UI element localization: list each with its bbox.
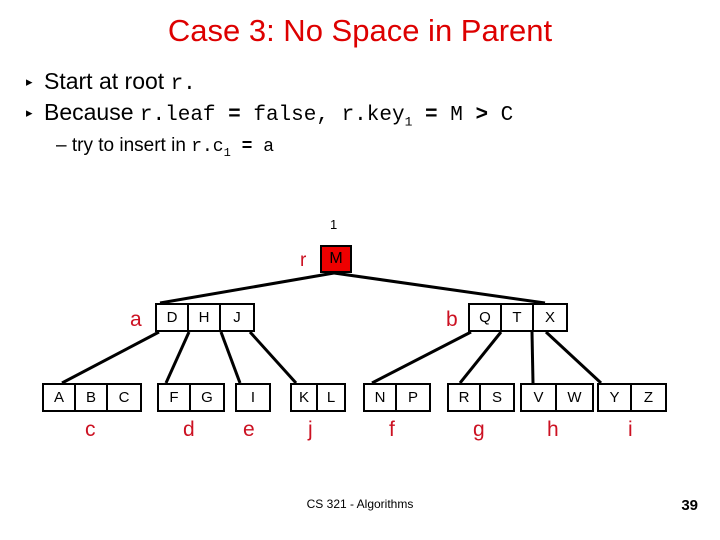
node-label-f: f <box>389 418 395 441</box>
tree-node-root[interactable]: M <box>320 245 352 273</box>
tree-node-b[interactable]: Q T X <box>468 303 568 332</box>
page-number: 39 <box>681 497 698 514</box>
bullet-2-part-4: r.key <box>328 104 405 128</box>
key-cell: N <box>365 385 397 410</box>
key-cell: B <box>76 385 108 410</box>
sub-bullet-item: – try to insert in r.c1 = a <box>56 135 716 160</box>
bullet-marker-icon: ▸ <box>26 105 33 121</box>
key-cell: K <box>292 385 318 410</box>
node-label-b: b <box>446 308 458 331</box>
key-cell: W <box>557 385 592 410</box>
node-label-d: d <box>183 418 195 441</box>
bullet-list: ▸ Start at root r. ▸ Because r.leaf = fa… <box>26 68 716 160</box>
sub-bullet-part-4: a <box>263 137 275 158</box>
sub-bullet-part-0: try to insert in <box>66 135 192 157</box>
key-cell: Q <box>470 305 502 330</box>
bullet-item-1: ▸ Start at root r. <box>26 68 716 97</box>
tree-node-a[interactable]: D H J <box>155 303 255 332</box>
key-cell: F <box>159 385 191 410</box>
key-cell: L <box>318 385 344 410</box>
tree-node-j[interactable]: K L <box>290 383 346 412</box>
key-cell: P <box>397 385 429 410</box>
key-cell: H <box>189 305 221 330</box>
key-cell: M <box>322 247 350 271</box>
tree-node-d[interactable]: F G <box>157 383 225 412</box>
bullet-2-part-3: false, <box>253 104 329 128</box>
key-cell: C <box>108 385 140 410</box>
node-label-i: i <box>628 418 633 441</box>
key-cell: G <box>191 385 223 410</box>
tree-node-h[interactable]: V W <box>520 383 594 412</box>
bullet-2-part-1: r.leaf <box>139 104 229 128</box>
key-cell: Z <box>632 385 665 410</box>
bullet-marker-icon: ▸ <box>26 74 33 89</box>
page-title: Case 3: No Space in Parent <box>167 13 553 48</box>
key-cell: V <box>522 385 557 410</box>
node-label-r: r <box>300 250 307 271</box>
bullet-2-part-2: = <box>228 104 254 128</box>
key-cell: X <box>534 305 566 330</box>
bullet-1-part-1: r. <box>170 73 196 96</box>
key-cell: T <box>502 305 534 330</box>
node-label-g: g <box>473 418 485 441</box>
bullet-2-part-8: > <box>475 104 501 128</box>
key-cell: J <box>221 305 253 330</box>
node-label-a: a <box>130 308 142 331</box>
key-cell: S <box>481 385 513 410</box>
sub-bullet-part-1: r.c <box>191 137 224 158</box>
node-label-j: j <box>308 418 313 441</box>
tree-node-f[interactable]: N P <box>363 383 431 412</box>
bullet-item-2: ▸ Because r.leaf = false, r.key1 = M > C… <box>26 99 716 159</box>
sub-bullet-part-3: = <box>230 137 264 158</box>
bullet-item-2-text: Because r.leaf = false, r.key1 = M > C <box>44 99 513 130</box>
tree-node-e[interactable]: I <box>235 383 271 412</box>
key-cell: I <box>237 385 269 410</box>
bullet-2-part-0: Because <box>44 99 140 126</box>
footer-text: CS 321 - Algorithms <box>306 497 414 511</box>
bullet-1-part-0: Start at root <box>44 68 171 94</box>
bullet-2-part-6: = <box>412 104 451 128</box>
tree-node-c[interactable]: A B C <box>42 383 142 412</box>
key-cell: A <box>44 385 76 410</box>
key-cell: D <box>157 305 189 330</box>
bullet-2-part-9: C <box>500 104 514 128</box>
key-cell: Y <box>599 385 632 410</box>
tree-node-g[interactable]: R S <box>447 383 515 412</box>
tree-node-i[interactable]: Y Z <box>597 383 667 412</box>
bullet-2-part-7: M <box>450 104 476 128</box>
node-label-h: h <box>547 418 559 441</box>
node-label-e: e <box>243 418 255 441</box>
bullet-item-1-text: Start at root r. <box>44 68 196 97</box>
sub-bullet-dash: – <box>56 135 67 157</box>
node-label-c: c <box>85 418 96 441</box>
sub-bullet-part-2: 1 <box>223 145 231 160</box>
key-cell: R <box>449 385 481 410</box>
tree-counter-label: 1 <box>330 217 338 232</box>
